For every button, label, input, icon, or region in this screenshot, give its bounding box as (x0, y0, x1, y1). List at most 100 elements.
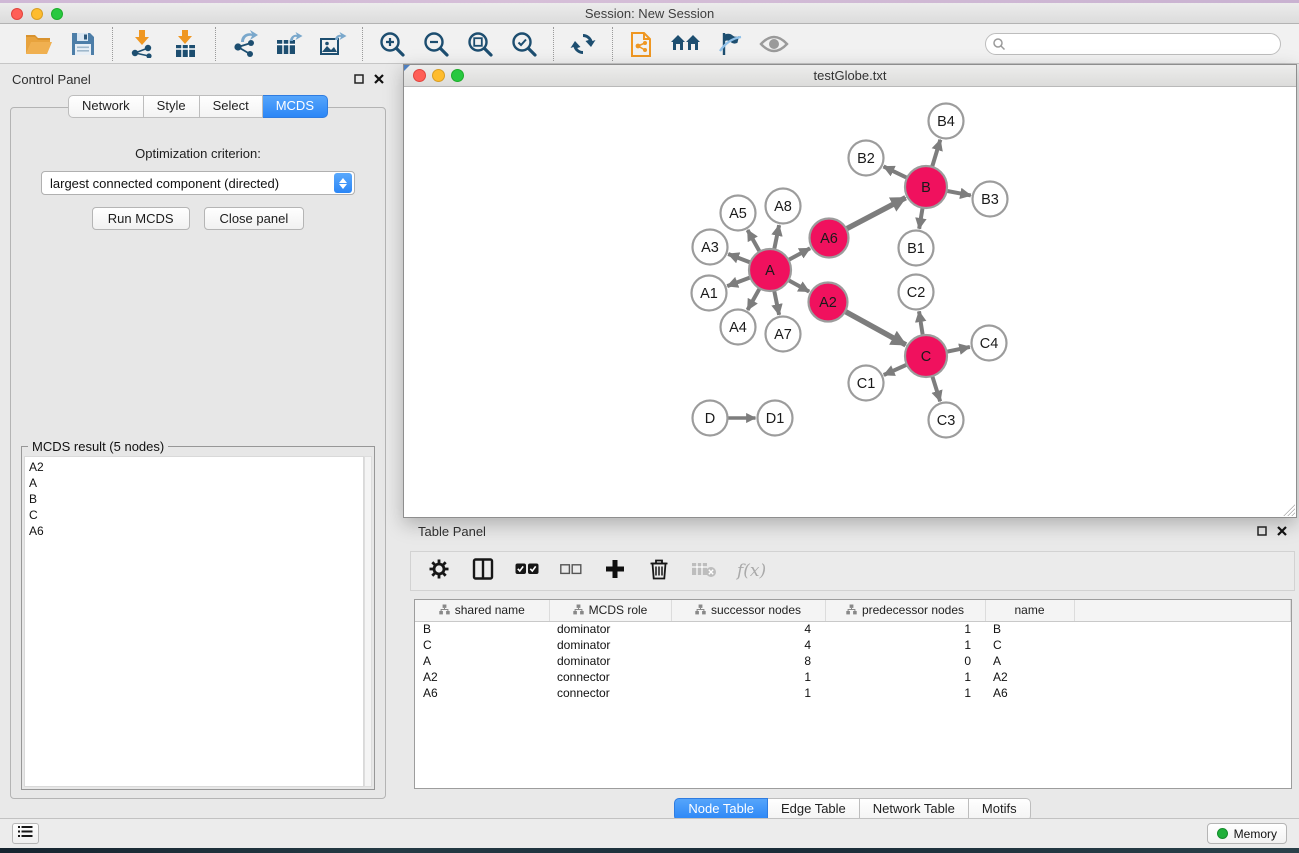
search-input[interactable] (985, 33, 1281, 55)
zoom-window-button[interactable] (51, 8, 63, 20)
task-history-button[interactable] (12, 823, 39, 844)
column-header-name[interactable]: name (985, 600, 1074, 621)
delete-table-button[interactable] (691, 558, 717, 584)
open-session-button[interactable] (22, 28, 56, 60)
column-header-shared-name[interactable]: shared name (415, 600, 549, 621)
table-cell[interactable]: 0 (825, 653, 985, 669)
table-cell[interactable]: 4 (671, 637, 825, 653)
table-cell[interactable]: 1 (825, 669, 985, 685)
table-cell[interactable]: B (415, 621, 549, 637)
table-cell[interactable]: C (985, 637, 1074, 653)
result-item[interactable]: A6 (29, 523, 363, 539)
export-table-button[interactable] (272, 28, 306, 60)
tab-mcds[interactable]: MCDS (263, 95, 328, 118)
table-header-row: shared name MCDS role successor nodes pr… (415, 600, 1291, 621)
table-cell-filler (1074, 685, 1291, 701)
network-minimize-button[interactable] (432, 69, 445, 82)
column-header-mcds-role[interactable]: MCDS role (549, 600, 671, 621)
function-builder-button[interactable]: f(x) (737, 558, 766, 584)
table-row[interactable]: Bdominator41B (415, 621, 1291, 637)
table-cell[interactable]: 8 (671, 653, 825, 669)
table-cell[interactable]: A (985, 653, 1074, 669)
result-item[interactable]: A (29, 475, 363, 491)
zoom-fit-button[interactable] (463, 28, 497, 60)
export-image-button[interactable] (316, 28, 350, 60)
table-cell[interactable]: 1 (825, 685, 985, 701)
table-cell[interactable]: connector (549, 669, 671, 685)
close-panel-button[interactable]: Close panel (204, 207, 305, 230)
table-cell[interactable]: 1 (825, 621, 985, 637)
unselect-all-columns-button[interactable] (559, 558, 583, 584)
graph-node-label: C (921, 349, 931, 365)
table-settings-button[interactable] (427, 558, 451, 584)
table-cell[interactable]: dominator (549, 621, 671, 637)
zoom-out-button[interactable] (419, 28, 453, 60)
unchecked-boxes-icon (560, 562, 582, 580)
show-columns-button[interactable] (471, 558, 495, 584)
table-cell[interactable]: dominator (549, 653, 671, 669)
create-column-button[interactable] (603, 558, 627, 584)
result-item[interactable]: A2 (29, 459, 363, 475)
column-header-successor-nodes[interactable]: successor nodes (671, 600, 825, 621)
show-graphics-details-button[interactable] (757, 28, 791, 60)
criterion-dropdown[interactable]: largest connected component (directed) (41, 171, 355, 195)
float-panel-button[interactable] (354, 74, 364, 84)
network-canvas[interactable]: B4B2BB3A5A8A6A3B1AA1C2A2A4A7C4CC1C3DD1 (404, 87, 1296, 517)
table-cell[interactable]: C (415, 637, 549, 653)
table-cell[interactable]: A2 (415, 669, 549, 685)
close-panel-icon-button[interactable] (374, 74, 384, 84)
table-cell[interactable]: 1 (825, 637, 985, 653)
zoom-in-button[interactable] (375, 28, 409, 60)
table-cell[interactable]: 1 (671, 669, 825, 685)
graph-node-label: A1 (700, 286, 718, 302)
run-mcds-button[interactable]: Run MCDS (92, 207, 190, 230)
table-row[interactable]: Cdominator41C (415, 637, 1291, 653)
table-cell[interactable]: B (985, 621, 1074, 637)
result-item[interactable]: C (29, 507, 363, 523)
zoom-in-icon (378, 30, 406, 58)
table-cell[interactable]: A (415, 653, 549, 669)
mcds-result-list[interactable]: A2ABCA6 (24, 456, 364, 787)
control-panel-title: Control Panel (12, 72, 91, 87)
float-table-panel-button[interactable] (1257, 526, 1267, 536)
table-row[interactable]: A2connector11A2 (415, 669, 1291, 685)
table-row[interactable]: Adominator80A (415, 653, 1291, 669)
tab-network[interactable]: Network (68, 95, 144, 118)
memory-button[interactable]: Memory (1207, 823, 1287, 844)
column-header-predecessor-nodes[interactable]: predecessor nodes (825, 600, 985, 621)
table-cell[interactable]: 4 (671, 621, 825, 637)
network-zoom-button[interactable] (451, 69, 464, 82)
import-table-button[interactable] (169, 28, 203, 60)
hide-graphics-details-button[interactable] (713, 28, 747, 60)
graph-node-label: A7 (774, 327, 792, 343)
minimize-window-button[interactable] (31, 8, 43, 20)
graph-node-label: D1 (766, 411, 785, 427)
zoom-selected-button[interactable] (507, 28, 541, 60)
import-network-button[interactable] (125, 28, 159, 60)
delete-column-button[interactable] (647, 558, 671, 584)
network-window-titlebar[interactable]: testGlobe.txt (404, 65, 1296, 87)
table-cell[interactable]: 1 (671, 685, 825, 701)
graph-node-label: A (765, 263, 775, 279)
save-session-button[interactable] (66, 28, 100, 60)
apply-layout-button[interactable] (566, 28, 600, 60)
first-neighbors-button[interactable] (669, 28, 703, 60)
tab-select[interactable]: Select (200, 95, 263, 118)
select-all-columns-button[interactable] (515, 558, 539, 584)
close-window-button[interactable] (11, 8, 23, 20)
result-list-scrollbar[interactable] (364, 456, 372, 787)
result-item[interactable]: B (29, 491, 363, 507)
table-row[interactable]: A6connector11A6 (415, 685, 1291, 701)
table-cell[interactable]: A6 (415, 685, 549, 701)
table-cell[interactable]: A6 (985, 685, 1074, 701)
table-cell[interactable]: dominator (549, 637, 671, 653)
export-network-button[interactable] (228, 28, 262, 60)
new-network-from-selection-button[interactable] (625, 28, 659, 60)
close-table-panel-button[interactable] (1277, 526, 1287, 536)
table-cell[interactable]: connector (549, 685, 671, 701)
tab-style[interactable]: Style (144, 95, 200, 118)
table-cell[interactable]: A2 (985, 669, 1074, 685)
network-close-button[interactable] (413, 69, 426, 82)
window-resize-grip[interactable] (1282, 503, 1295, 516)
export-table-icon (275, 30, 303, 58)
